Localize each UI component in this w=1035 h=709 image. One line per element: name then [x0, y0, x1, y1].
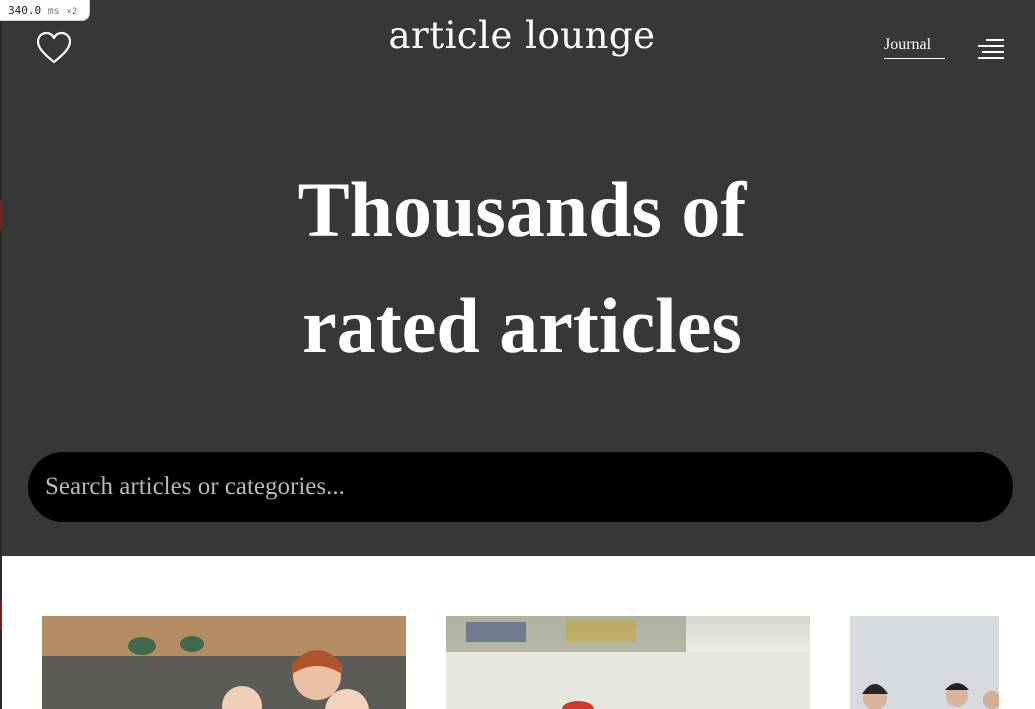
journal-link[interactable]: Journal	[884, 36, 945, 59]
hamburger-menu-icon[interactable]	[978, 39, 1004, 61]
site-logo[interactable]: article lounge	[332, 14, 712, 57]
search-input[interactable]	[28, 452, 1013, 522]
perf-time: 340.0	[8, 4, 42, 17]
hero-headline: Thousands of rated articles	[202, 152, 842, 384]
perf-multiplier: ×2	[66, 7, 78, 17]
perf-unit: ms	[47, 6, 60, 17]
headline-line-2: rated articles	[302, 282, 742, 369]
edge-marker	[0, 600, 2, 630]
article-card-image[interactable]	[42, 616, 406, 709]
article-card-image[interactable]	[446, 616, 810, 709]
desk-photo	[446, 616, 810, 709]
heart-icon[interactable]	[36, 31, 72, 65]
people-photo	[850, 616, 999, 709]
headline-line-1: Thousands of	[297, 166, 747, 253]
family-photo	[42, 616, 406, 709]
perf-badge: 340.0 ms ×2	[0, 0, 90, 21]
article-card-image[interactable]	[850, 616, 999, 709]
